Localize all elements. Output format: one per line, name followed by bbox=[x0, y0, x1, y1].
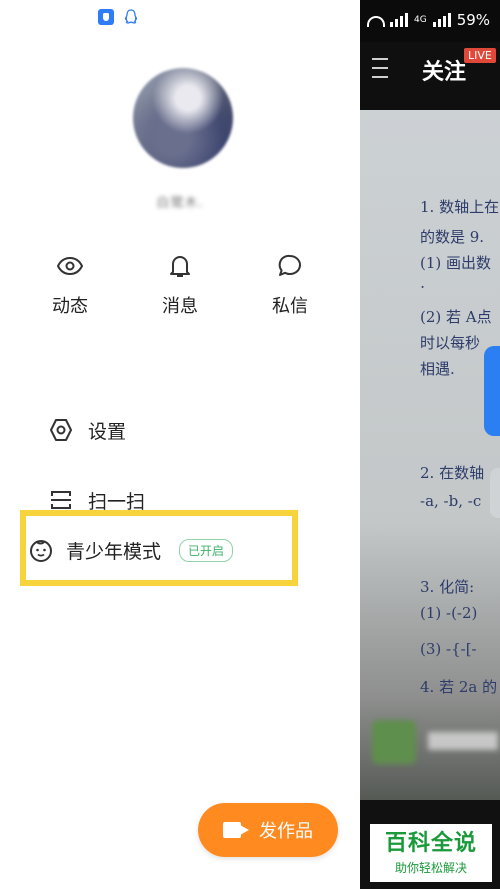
quick-action-label: 动态 bbox=[52, 296, 88, 317]
battery-level: 59% bbox=[456, 11, 491, 29]
handwriting-line: 相遇. bbox=[420, 360, 455, 378]
quick-action-direct-messages[interactable]: 私信 bbox=[240, 252, 340, 318]
wifi-icon bbox=[364, 13, 385, 27]
floating-side-tab[interactable] bbox=[484, 346, 500, 436]
menu-item-settings[interactable]: 设置 bbox=[48, 395, 348, 465]
watermark-subtitle: 助你轻松解决 bbox=[394, 860, 467, 875]
menu-item-label: 青少年模式 bbox=[66, 540, 162, 563]
quick-action-label: 私信 bbox=[272, 296, 308, 317]
handwriting-line: 2. 在数轴 bbox=[420, 464, 485, 482]
shield-icon bbox=[98, 9, 114, 25]
publish-button-label: 发作品 bbox=[259, 821, 313, 842]
bell-icon bbox=[170, 256, 190, 277]
chat-icon bbox=[278, 254, 301, 276]
live-badge: LIVE bbox=[464, 48, 496, 63]
handwriting-line: 的数是 9. bbox=[420, 228, 485, 246]
handwriting-line: (3) -{-[- bbox=[420, 640, 477, 658]
right-status-bar: 4G 59% bbox=[360, 8, 500, 32]
handwriting-line: 时以每秒 bbox=[420, 334, 481, 352]
child-face-icon bbox=[30, 540, 52, 562]
menu-item-label: 设置 bbox=[88, 420, 127, 443]
status-badge: 已开启 bbox=[179, 538, 234, 562]
settings-hexagon-icon bbox=[50, 419, 72, 441]
signal-icon-2 bbox=[432, 13, 451, 27]
quick-action-messages[interactable]: 消息 bbox=[130, 252, 230, 318]
menu-icon[interactable] bbox=[372, 58, 388, 78]
network-type: 4G bbox=[414, 15, 427, 25]
qq-icon bbox=[124, 9, 138, 24]
watermark-title: 百科全说 bbox=[384, 830, 477, 856]
app-background-peek[interactable]: 4G 59% 关注 LIVE 1. 数轴上在 的数是 9. (1) 画出数 ⋅ … bbox=[360, 0, 500, 889]
blurred-user-row bbox=[372, 716, 498, 766]
handwriting-line: (1) -(-2) bbox=[420, 604, 478, 622]
blurred-thumbnail bbox=[372, 720, 416, 764]
handwriting-line: ⋅ bbox=[420, 278, 426, 296]
signal-icon bbox=[390, 13, 408, 27]
quick-action-dynamics[interactable]: 动态 bbox=[20, 252, 120, 318]
tab-follow[interactable]: 关注 bbox=[422, 54, 466, 86]
handwriting-line: -a, -b, -c bbox=[420, 492, 482, 510]
username[interactable]: 白鹭木. bbox=[0, 192, 360, 211]
quick-action-label: 消息 bbox=[162, 296, 198, 317]
avatar[interactable] bbox=[133, 68, 233, 168]
blurred-text bbox=[428, 732, 498, 750]
publish-button[interactable]: 发作品 bbox=[198, 803, 338, 857]
handwriting-line: 4. 若 2a 的 bbox=[420, 678, 498, 696]
left-status-bar bbox=[98, 9, 138, 25]
handwriting-line: (2) 若 A点 bbox=[420, 308, 492, 326]
handwriting-line: (1) 画出数 bbox=[420, 254, 492, 272]
watermark: 百科全说 助你轻松解决 bbox=[370, 824, 492, 882]
video-camera-icon bbox=[223, 822, 249, 838]
side-drawer: 白鹭木. 动态 消息 私信 设置 扫一扫 青少年模式 已开启 发作品 bbox=[0, 0, 360, 889]
quick-actions: 动态 消息 私信 bbox=[20, 252, 340, 318]
eye-icon bbox=[56, 256, 84, 276]
menu-item-youth-mode[interactable]: 青少年模式 已开启 bbox=[28, 515, 234, 585]
handwriting-line: 3. 化简: bbox=[420, 578, 475, 596]
floating-side-handle[interactable] bbox=[490, 468, 500, 518]
handwriting-line: 1. 数轴上在 bbox=[420, 198, 500, 216]
